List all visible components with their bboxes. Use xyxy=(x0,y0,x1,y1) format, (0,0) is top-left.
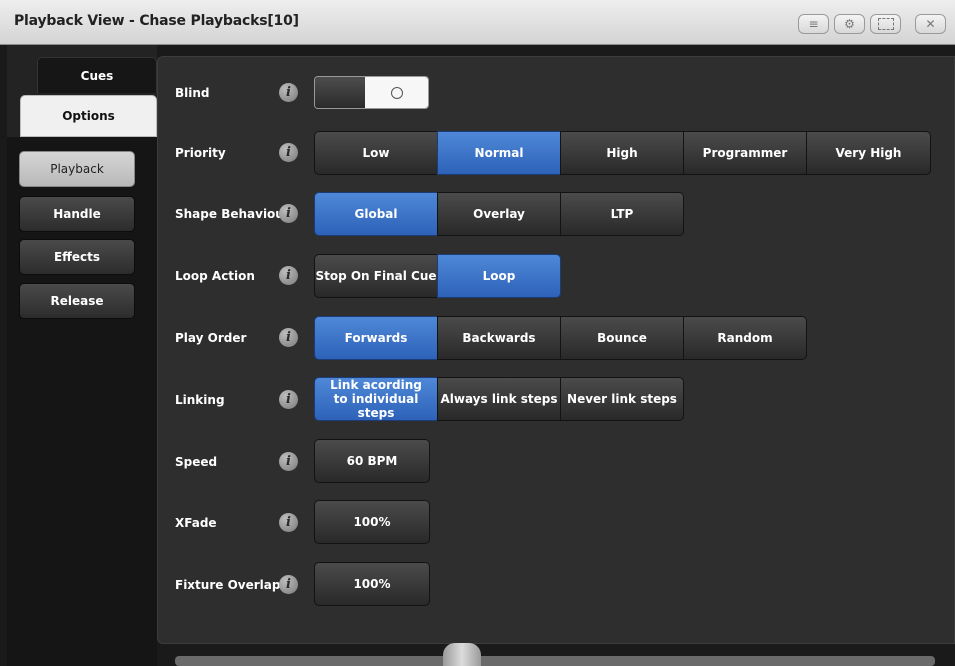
loop-stop-on-final-cue-button[interactable]: Stop On Final Cue xyxy=(314,254,438,298)
blind-toggle[interactable] xyxy=(314,76,429,109)
title-bar: Playback View - Chase Playbacks[10] ≡ ⚙ … xyxy=(0,0,955,45)
loop-loop-button[interactable]: Loop xyxy=(437,254,561,298)
link-individual-steps-button[interactable]: Link acording to individual steps xyxy=(314,377,438,421)
horizontal-scrollbar[interactable] xyxy=(175,656,935,666)
sidebar-item-effects[interactable]: Effects xyxy=(19,239,135,275)
priority-low-button[interactable]: Low xyxy=(314,131,438,175)
tab-options[interactable]: Options xyxy=(20,95,157,137)
info-icon[interactable]: i xyxy=(279,204,298,223)
priority-programmer-button[interactable]: Programmer xyxy=(683,131,807,175)
shape-overlay-button[interactable]: Overlay xyxy=(437,192,561,236)
speed-value-button[interactable]: 60 BPM xyxy=(314,439,430,483)
xfade-value-button[interactable]: 100% xyxy=(314,500,430,544)
play-bounce-button[interactable]: Bounce xyxy=(560,316,684,360)
toggle-off-side xyxy=(315,77,365,108)
scrollbar-thumb[interactable] xyxy=(443,643,481,666)
play-forwards-button[interactable]: Forwards xyxy=(314,316,438,360)
info-icon[interactable]: i xyxy=(279,83,298,102)
shape-behaviour-label: Shape Behaviour xyxy=(175,207,290,221)
sidebar: Cues Options Playback Handle Effects Rel… xyxy=(7,45,157,666)
blind-label: Blind xyxy=(175,86,210,100)
play-random-button[interactable]: Random xyxy=(683,316,807,360)
sidebar-item-handle[interactable]: Handle xyxy=(19,196,135,232)
sidebar-item-release[interactable]: Release xyxy=(19,283,135,319)
screenshot-icon xyxy=(877,18,894,30)
window-title: Playback View - Chase Playbacks[10] xyxy=(14,13,299,29)
info-icon[interactable]: i xyxy=(279,575,298,594)
speed-label: Speed xyxy=(175,455,218,469)
screenshot-button[interactable] xyxy=(870,14,901,34)
tab-cues[interactable]: Cues xyxy=(37,57,157,93)
info-icon[interactable]: i xyxy=(279,513,298,532)
link-always-button[interactable]: Always link steps xyxy=(437,377,561,421)
shape-ltp-button[interactable]: LTP xyxy=(560,192,684,236)
info-icon[interactable]: i xyxy=(279,266,298,285)
fixture-overlap-value-button[interactable]: 100% xyxy=(314,562,430,606)
link-never-button[interactable]: Never link steps xyxy=(560,377,684,421)
gear-icon: ⚙ xyxy=(844,17,855,31)
fixture-overlap-label: Fixture Overlap xyxy=(175,578,281,592)
info-icon[interactable]: i xyxy=(279,143,298,162)
priority-very-high-button[interactable]: Very High xyxy=(806,131,931,175)
toggle-on-side xyxy=(365,77,428,108)
menu-icon: ≡ xyxy=(808,17,819,31)
priority-normal-button[interactable]: Normal xyxy=(437,131,561,175)
shape-global-button[interactable]: Global xyxy=(314,192,438,236)
loop-action-label: Loop Action xyxy=(175,269,255,283)
play-order-label: Play Order xyxy=(175,331,247,345)
close-icon: ✕ xyxy=(925,17,936,31)
toggle-circle-icon xyxy=(390,86,403,99)
priority-high-button[interactable]: High xyxy=(560,131,684,175)
info-icon[interactable]: i xyxy=(279,390,298,409)
linking-label: Linking xyxy=(175,393,225,407)
menu-button[interactable]: ≡ xyxy=(798,14,829,34)
priority-label: Priority xyxy=(175,146,226,160)
settings-button[interactable]: ⚙ xyxy=(834,14,865,34)
close-button[interactable]: ✕ xyxy=(915,14,946,34)
sidebar-item-playback[interactable]: Playback xyxy=(19,151,135,187)
info-icon[interactable]: i xyxy=(279,328,298,347)
play-backwards-button[interactable]: Backwards xyxy=(437,316,561,360)
xfade-label: XFade xyxy=(175,516,217,530)
info-icon[interactable]: i xyxy=(279,452,298,471)
